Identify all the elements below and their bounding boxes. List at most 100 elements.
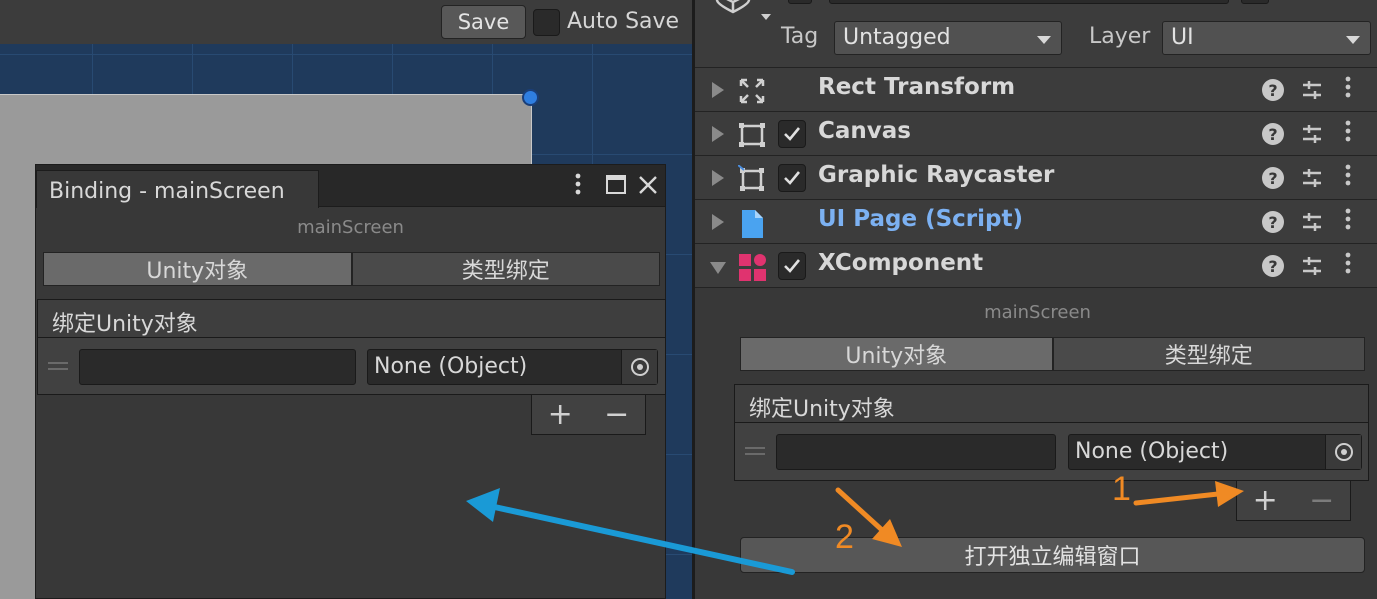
help-icon[interactable]: ? (1262, 123, 1284, 145)
remove-item-button[interactable]: − (1309, 483, 1334, 518)
binding-window-titlebar[interactable]: Binding - mainScreen (36, 165, 665, 208)
inspector-panel: Tag Untagged Layer UI Rect Transform ? C… (692, 0, 1377, 599)
component-ui-page-script[interactable]: UI Page (Script) ? (695, 200, 1377, 244)
foldout-arrow-icon[interactable] (712, 126, 724, 142)
raycaster-icon (737, 164, 766, 193)
add-item-button[interactable]: + (1253, 483, 1278, 518)
object-field-value: None (Object) (1075, 439, 1229, 464)
component-xcomponent[interactable]: XComponent ? (695, 244, 1377, 288)
drag-handle-icon[interactable] (745, 447, 765, 449)
more-options-icon[interactable] (1343, 250, 1353, 282)
binding-window: Binding - mainScreen mainScreen Unity对象 … (35, 164, 666, 599)
tag-label: Tag (781, 24, 819, 49)
chevron-down-icon (1346, 36, 1360, 44)
component-name-link[interactable]: UI Page (Script) (818, 206, 1023, 232)
component-name: Rect Transform (818, 74, 1016, 100)
more-options-icon[interactable] (1343, 118, 1353, 150)
canvas-icon (738, 121, 766, 149)
foldout-arrow-icon[interactable] (712, 82, 724, 98)
object-picker-icon[interactable] (621, 350, 657, 384)
list-add-remove: + − (1236, 481, 1351, 521)
binding-name-input[interactable] (776, 434, 1056, 470)
component-name: Canvas (818, 118, 911, 144)
remove-item-button[interactable]: − (604, 397, 629, 432)
script-file-icon (738, 209, 766, 238)
list-add-remove: + − (531, 395, 646, 435)
checkmark-icon (784, 259, 801, 273)
preset-icon[interactable] (1300, 210, 1324, 234)
object-field[interactable]: None (Object) (367, 349, 658, 385)
unity-object-list: 绑定Unity对象 None (Object) (734, 384, 1369, 481)
object-field[interactable]: None (Object) (1068, 434, 1362, 470)
foldout-arrow-icon[interactable] (712, 214, 724, 230)
foldout-arrow-icon[interactable] (712, 170, 724, 186)
inspector-header: Tag Untagged Layer UI (695, 0, 1377, 68)
component-graphic-raycaster[interactable]: Graphic Raycaster ? (695, 156, 1377, 200)
enabled-checkbox[interactable] (778, 120, 806, 148)
object-name-label: mainScreen (297, 217, 404, 238)
tab-unity-objects[interactable]: Unity对象 (740, 337, 1053, 371)
component-name: Graphic Raycaster (818, 162, 1055, 188)
component-name: XComponent (818, 250, 984, 276)
more-options-icon[interactable] (1343, 206, 1353, 238)
object-picker-icon[interactable] (1325, 435, 1361, 469)
layer-dropdown[interactable]: UI (1162, 21, 1371, 55)
list-header: 绑定Unity对象 (735, 385, 1368, 423)
rect-transform-icon (738, 77, 766, 105)
more-options-icon[interactable] (1343, 74, 1353, 106)
binding-name-input[interactable] (79, 349, 356, 385)
tab-type-binding[interactable]: 类型绑定 (1052, 337, 1365, 371)
enabled-checkbox[interactable] (778, 164, 806, 192)
component-canvas[interactable]: Canvas ? (695, 112, 1377, 156)
tab-type-binding[interactable]: 类型绑定 (351, 252, 660, 286)
preset-icon[interactable] (1300, 254, 1324, 278)
unity-object-list: 绑定Unity对象 None (Object) (37, 299, 666, 395)
auto-save-checkbox[interactable] (533, 9, 560, 36)
more-options-icon[interactable] (1343, 162, 1353, 194)
drag-handle-icon[interactable] (48, 362, 68, 364)
list-item: None (Object) (38, 338, 665, 394)
preset-icon[interactable] (1300, 122, 1324, 146)
help-icon[interactable]: ? (1262, 167, 1284, 189)
preset-icon[interactable] (1300, 166, 1324, 190)
help-icon[interactable]: ? (1262, 211, 1284, 233)
gameobject-icon (711, 0, 781, 36)
open-standalone-window-button[interactable]: 打开独立编辑窗口 (740, 537, 1365, 573)
help-icon[interactable]: ? (1262, 79, 1284, 101)
layer-label: Layer (1089, 24, 1151, 49)
checkmark-icon (784, 171, 801, 185)
binding-tabs: Unity对象 类型绑定 (43, 252, 660, 286)
scene-view: Save Auto Save Binding - mainScreen main… (0, 0, 692, 599)
rect-handle-icon[interactable] (522, 89, 539, 106)
step-number-1: 1 (1112, 470, 1131, 508)
enabled-checkbox[interactable] (778, 252, 806, 280)
maximize-icon[interactable] (605, 174, 627, 202)
binding-window-tab[interactable]: Binding - mainScreen (36, 170, 319, 208)
auto-save-label: Auto Save (567, 9, 680, 34)
tag-value: Untagged (843, 25, 951, 50)
step-number-2: 2 (835, 518, 854, 556)
list-header: 绑定Unity对象 (38, 300, 665, 338)
xcomponent-icon (738, 253, 766, 281)
scene-toolbar: Save Auto Save (0, 0, 692, 44)
checkmark-icon (784, 127, 801, 141)
component-rect-transform[interactable]: Rect Transform ? (695, 68, 1377, 112)
preset-icon[interactable] (1300, 78, 1324, 102)
layer-value: UI (1171, 25, 1194, 50)
save-button[interactable]: Save (441, 5, 526, 39)
foldout-arrow-icon[interactable] (710, 262, 726, 274)
list-item: None (Object) (735, 423, 1368, 479)
object-field-value: None (Object) (374, 354, 528, 379)
active-toggle[interactable] (788, 0, 812, 4)
tab-unity-objects[interactable]: Unity对象 (43, 252, 352, 286)
more-options-icon[interactable] (573, 171, 583, 203)
name-field[interactable] (829, 0, 1229, 4)
close-icon[interactable] (637, 174, 659, 202)
binding-tabs: Unity对象 类型绑定 (740, 337, 1365, 371)
add-item-button[interactable]: + (548, 397, 573, 432)
tag-dropdown[interactable]: Untagged (834, 21, 1062, 55)
chevron-down-icon (1037, 36, 1051, 44)
object-name-label: mainScreen (984, 302, 1091, 323)
help-icon[interactable]: ? (1262, 255, 1284, 277)
static-toggle[interactable] (1241, 0, 1269, 4)
